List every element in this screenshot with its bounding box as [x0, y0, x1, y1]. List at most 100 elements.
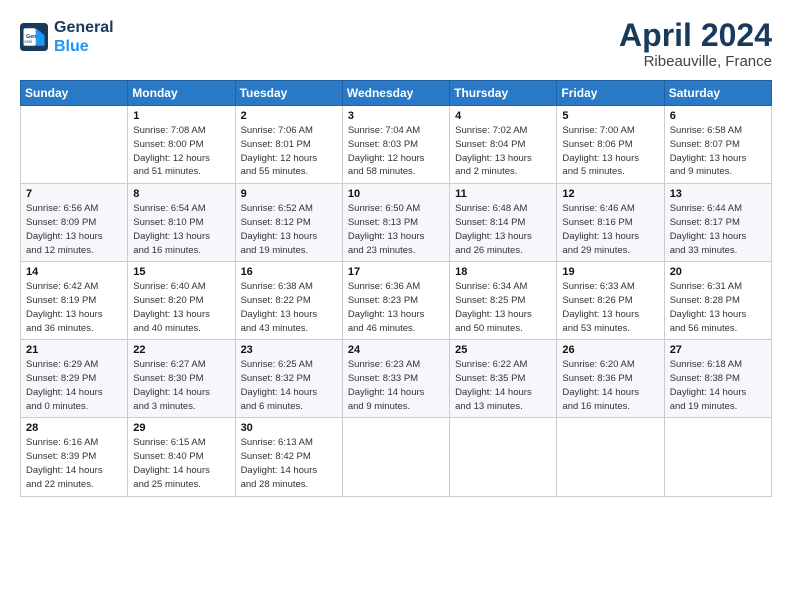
calendar-cell: 17 Sunrise: 6:36 AMSunset: 8:23 PMDayligh… [342, 262, 449, 340]
logo-text: General Blue [54, 18, 114, 56]
day-number: 5 [562, 110, 658, 122]
calendar-cell: 9 Sunrise: 6:52 AMSunset: 8:12 PMDaylight… [235, 184, 342, 262]
day-number: 22 [133, 344, 229, 356]
calendar-cell: 1 Sunrise: 7:08 AMSunset: 8:00 PMDaylight… [128, 106, 235, 184]
logo: Gen eral General Blue [20, 18, 114, 56]
day-number: 28 [26, 422, 122, 434]
calendar-cell: 28 Sunrise: 6:16 AMSunset: 8:39 PMDayligh… [21, 418, 128, 496]
day-info: Sunrise: 6:48 AMSunset: 8:14 PMDaylight:… [455, 202, 551, 257]
day-info: Sunrise: 6:58 AMSunset: 8:07 PMDaylight:… [670, 124, 766, 179]
calendar-week-2: 7 Sunrise: 6:56 AMSunset: 8:09 PMDaylight… [21, 184, 772, 262]
day-info: Sunrise: 7:08 AMSunset: 8:00 PMDaylight:… [133, 124, 229, 179]
day-info: Sunrise: 6:46 AMSunset: 8:16 PMDaylight:… [562, 202, 658, 257]
day-number: 27 [670, 344, 766, 356]
day-info: Sunrise: 6:20 AMSunset: 8:36 PMDaylight:… [562, 358, 658, 413]
day-info: Sunrise: 6:23 AMSunset: 8:33 PMDaylight:… [348, 358, 444, 413]
day-number: 21 [26, 344, 122, 356]
day-number: 16 [241, 266, 337, 278]
day-number: 29 [133, 422, 229, 434]
calendar-cell: 16 Sunrise: 6:38 AMSunset: 8:22 PMDayligh… [235, 262, 342, 340]
day-number: 11 [455, 188, 551, 200]
calendar-week-3: 14Sunrise: 6:42 AMSunset: 8:19 PMDayligh… [21, 262, 772, 340]
day-info: Sunrise: 6:38 AMSunset: 8:22 PMDaylight:… [241, 280, 337, 335]
calendar-cell: 19 Sunrise: 6:33 AMSunset: 8:26 PMDayligh… [557, 262, 664, 340]
day-number: 15 [133, 266, 229, 278]
calendar-week-5: 28 Sunrise: 6:16 AMSunset: 8:39 PMDayligh… [21, 418, 772, 496]
calendar-cell: 20 Sunrise: 6:31 AMSunset: 8:28 PMDayligh… [664, 262, 771, 340]
calendar-cell: 23Sunrise: 6:25 AMSunset: 8:32 PMDayligh… [235, 340, 342, 418]
day-number: 17 [348, 266, 444, 278]
logo-line1: General [54, 18, 114, 37]
day-info: Sunrise: 7:04 AMSunset: 8:03 PMDaylight:… [348, 124, 444, 179]
day-number: 9 [241, 188, 337, 200]
calendar-cell: 6Sunrise: 6:58 AMSunset: 8:07 PMDaylight… [664, 106, 771, 184]
calendar-header-row: SundayMondayTuesdayWednesdayThursdayFrid… [21, 81, 772, 106]
day-number: 14 [26, 266, 122, 278]
day-info: Sunrise: 6:31 AMSunset: 8:28 PMDaylight:… [670, 280, 766, 335]
title-location: Ribeauville, France [619, 53, 772, 70]
header: Gen eral General Blue April 2024 Ribeauv… [20, 18, 772, 70]
logo-icon: Gen eral [20, 23, 48, 51]
day-number: 7 [26, 188, 122, 200]
calendar-cell: 30 Sunrise: 6:13 AMSunset: 8:42 PMDayligh… [235, 418, 342, 496]
calendar-cell: 12 Sunrise: 6:46 AMSunset: 8:16 PMDayligh… [557, 184, 664, 262]
page: Gen eral General Blue April 2024 Ribeauv… [0, 0, 792, 612]
calendar-cell [557, 418, 664, 496]
calendar-cell: 18 Sunrise: 6:34 AMSunset: 8:25 PMDayligh… [450, 262, 557, 340]
calendar-cell: 26Sunrise: 6:20 AMSunset: 8:36 PMDayligh… [557, 340, 664, 418]
calendar-week-1: 1 Sunrise: 7:08 AMSunset: 8:00 PMDaylight… [21, 106, 772, 184]
day-info: Sunrise: 6:16 AMSunset: 8:39 PMDaylight:… [26, 436, 122, 491]
header-thursday: Thursday [450, 81, 557, 106]
day-info: Sunrise: 6:18 AMSunset: 8:38 PMDaylight:… [670, 358, 766, 413]
day-info: Sunrise: 6:50 AMSunset: 8:13 PMDaylight:… [348, 202, 444, 257]
calendar-cell: 13Sunrise: 6:44 AMSunset: 8:17 PMDayligh… [664, 184, 771, 262]
calendar-table: SundayMondayTuesdayWednesdayThursdayFrid… [20, 80, 772, 496]
day-info: Sunrise: 6:22 AMSunset: 8:35 PMDaylight:… [455, 358, 551, 413]
calendar-cell: 3 Sunrise: 7:04 AMSunset: 8:03 PMDaylight… [342, 106, 449, 184]
day-info: Sunrise: 6:44 AMSunset: 8:17 PMDaylight:… [670, 202, 766, 257]
day-info: Sunrise: 6:33 AMSunset: 8:26 PMDaylight:… [562, 280, 658, 335]
logo-line2: Blue [54, 38, 89, 55]
day-info: Sunrise: 6:34 AMSunset: 8:25 PMDaylight:… [455, 280, 551, 335]
header-tuesday: Tuesday [235, 81, 342, 106]
day-number: 19 [562, 266, 658, 278]
day-info: Sunrise: 6:56 AMSunset: 8:09 PMDaylight:… [26, 202, 122, 257]
calendar-cell: 2 Sunrise: 7:06 AMSunset: 8:01 PMDaylight… [235, 106, 342, 184]
title-month: April 2024 [619, 18, 772, 53]
day-info: Sunrise: 6:13 AMSunset: 8:42 PMDaylight:… [241, 436, 337, 491]
header-saturday: Saturday [664, 81, 771, 106]
calendar-week-4: 21Sunrise: 6:29 AMSunset: 8:29 PMDayligh… [21, 340, 772, 418]
calendar-cell: 11 Sunrise: 6:48 AMSunset: 8:14 PMDayligh… [450, 184, 557, 262]
day-number: 25 [455, 344, 551, 356]
day-info: Sunrise: 6:36 AMSunset: 8:23 PMDaylight:… [348, 280, 444, 335]
header-sunday: Sunday [21, 81, 128, 106]
day-info: Sunrise: 7:06 AMSunset: 8:01 PMDaylight:… [241, 124, 337, 179]
day-number: 18 [455, 266, 551, 278]
day-number: 1 [133, 110, 229, 122]
title-block: April 2024 Ribeauville, France [619, 18, 772, 70]
day-info: Sunrise: 6:40 AMSunset: 8:20 PMDaylight:… [133, 280, 229, 335]
day-info: Sunrise: 6:27 AMSunset: 8:30 PMDaylight:… [133, 358, 229, 413]
calendar-cell: 25 Sunrise: 6:22 AMSunset: 8:35 PMDayligh… [450, 340, 557, 418]
header-friday: Friday [557, 81, 664, 106]
day-number: 20 [670, 266, 766, 278]
calendar-cell: 5Sunrise: 7:00 AMSunset: 8:06 PMDaylight… [557, 106, 664, 184]
svg-text:eral: eral [24, 39, 31, 44]
calendar-cell: 27 Sunrise: 6:18 AMSunset: 8:38 PMDayligh… [664, 340, 771, 418]
day-number: 10 [348, 188, 444, 200]
day-info: Sunrise: 6:52 AMSunset: 8:12 PMDaylight:… [241, 202, 337, 257]
day-number: 30 [241, 422, 337, 434]
calendar-cell: 15 Sunrise: 6:40 AMSunset: 8:20 PMDayligh… [128, 262, 235, 340]
day-number: 12 [562, 188, 658, 200]
calendar-cell: 29Sunrise: 6:15 AMSunset: 8:40 PMDayligh… [128, 418, 235, 496]
calendar-cell [342, 418, 449, 496]
day-number: 23 [241, 344, 337, 356]
calendar-cell: 24Sunrise: 6:23 AMSunset: 8:33 PMDayligh… [342, 340, 449, 418]
day-number: 3 [348, 110, 444, 122]
calendar-cell: 7 Sunrise: 6:56 AMSunset: 8:09 PMDaylight… [21, 184, 128, 262]
calendar-cell: 22 Sunrise: 6:27 AMSunset: 8:30 PMDayligh… [128, 340, 235, 418]
day-number: 2 [241, 110, 337, 122]
calendar-cell: 14Sunrise: 6:42 AMSunset: 8:19 PMDayligh… [21, 262, 128, 340]
calendar-cell: 4Sunrise: 7:02 AMSunset: 8:04 PMDaylight… [450, 106, 557, 184]
calendar-cell [450, 418, 557, 496]
